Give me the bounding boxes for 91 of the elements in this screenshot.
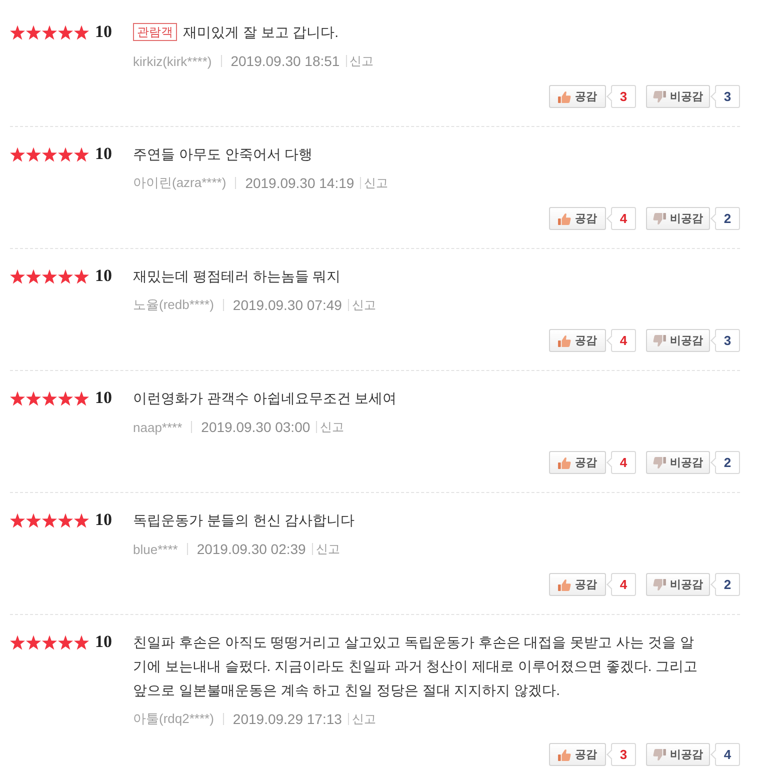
star-icon	[58, 390, 73, 406]
rating-score: 10	[95, 387, 112, 409]
dislike-button[interactable]: 비공감	[646, 451, 710, 474]
like-button[interactable]: 공감	[549, 207, 606, 230]
post-date: 2019.09.30 03:00	[201, 419, 310, 435]
dislike-button[interactable]: 비공감	[646, 573, 710, 596]
rating-score: 10	[95, 631, 112, 653]
thumbs-up-icon	[558, 748, 571, 760]
author-name: kirkiz(kirk****)	[133, 54, 212, 68]
dislike-count: 2	[710, 573, 740, 596]
author-name: naap****	[133, 420, 182, 434]
author-name: 노율(redb****)	[133, 296, 214, 314]
dislike-button[interactable]: 비공감	[646, 743, 710, 766]
comment-text: 친일파 후손은 아직도 떵떵거리고 살고있고 독립운동가 후손은 대접을 못받고 사는 것을 알기에 보는내내 슬펐다. 지금이라도 친일파 과거 청산이 제대로 이루어졌으면 좋겠다. 그리고 앞으로 일본불매운동은 계속 하고 친일 정당은 절대 지지하지 않겠다.	[133, 634, 698, 698]
star-icon	[26, 634, 41, 650]
like-button[interactable]: 공감	[549, 85, 606, 108]
comment-text: 주연들 아무도 안죽어서 다행	[133, 146, 313, 162]
star-icon	[26, 146, 41, 162]
comment-text: 독립운동가 분들의 헌신 감사합니다	[133, 512, 355, 528]
dislike-button[interactable]: 비공감	[646, 207, 710, 230]
star-icon	[26, 512, 41, 528]
author-name: 아툴(rdq2****)	[133, 710, 214, 728]
star-icon	[58, 634, 73, 650]
thumbs-down-icon	[653, 212, 666, 224]
post-date: 2019.09.29 17:13	[232, 711, 342, 727]
thumbs-up-icon	[558, 578, 571, 590]
like-count: 4	[606, 329, 636, 352]
dislike-count: 3	[710, 329, 740, 352]
post-date: 2019.09.30 14:19	[245, 175, 354, 191]
like-button[interactable]: 공감	[549, 329, 606, 352]
post-date: 2019.09.30 02:39	[196, 541, 306, 557]
star-icon	[58, 268, 73, 284]
star-icon	[74, 146, 89, 162]
thumbs-up-icon	[558, 90, 571, 102]
star-icon	[10, 146, 25, 162]
thumbs-down-icon	[653, 748, 666, 760]
star-icon	[42, 268, 57, 284]
like-button[interactable]: 공감	[549, 451, 606, 474]
star-icon	[58, 512, 73, 528]
like-button[interactable]: 공감	[549, 743, 606, 766]
author-name: blue****	[133, 542, 178, 556]
rating-score: 10	[95, 21, 112, 43]
like-count: 4	[606, 451, 636, 474]
star-icon	[26, 390, 41, 406]
like-count: 4	[606, 573, 636, 596]
star-icon	[10, 390, 25, 406]
star-icon	[74, 512, 89, 528]
star-icon	[58, 24, 73, 40]
rating-score: 10	[95, 143, 112, 165]
comment-text: 재밌는데 평점테러 하는놈들 뭐지	[133, 268, 341, 284]
dislike-button[interactable]: 비공감	[646, 329, 710, 352]
thumbs-up-icon	[558, 456, 571, 468]
star-icon	[74, 24, 89, 40]
star-icon	[10, 512, 25, 528]
star-icon	[26, 268, 41, 284]
post-date: 2019.09.30 07:49	[232, 297, 342, 313]
dislike-count: 2	[710, 451, 740, 474]
star-icon	[10, 24, 25, 40]
star-icon	[74, 634, 89, 650]
comment-text: 재미있게 잘 보고 갑니다.	[183, 24, 339, 40]
thumbs-down-icon	[653, 90, 666, 102]
rating-score: 10	[95, 509, 112, 531]
like-count: 3	[606, 85, 636, 108]
thumbs-up-icon	[558, 212, 571, 224]
star-icon	[42, 24, 57, 40]
like-button[interactable]: 공감	[549, 573, 606, 596]
star-icon	[10, 634, 25, 650]
star-icon	[42, 390, 57, 406]
star-icon	[74, 390, 89, 406]
thumbs-up-icon	[558, 334, 571, 346]
like-count: 3	[606, 743, 636, 766]
star-icon	[74, 268, 89, 284]
dislike-button[interactable]: 비공감	[646, 85, 710, 108]
star-icon	[42, 512, 57, 528]
dislike-count: 2	[710, 207, 740, 230]
star-icon	[58, 146, 73, 162]
rating-score: 10	[95, 265, 112, 287]
star-icon	[10, 268, 25, 284]
viewer-badge: 관람객	[133, 23, 177, 41]
post-date: 2019.09.30 18:51	[230, 53, 340, 69]
thumbs-down-icon	[653, 456, 666, 468]
dislike-count: 4	[710, 743, 740, 766]
author-name: 아이린(azra****)	[133, 174, 226, 192]
comment-text: 이런영화가 관객수 아쉽네요무조건 보세여	[133, 390, 397, 406]
thumbs-down-icon	[653, 578, 666, 590]
like-count: 4	[606, 207, 636, 230]
star-icon	[42, 146, 57, 162]
dislike-count: 3	[710, 85, 740, 108]
star-icon	[26, 24, 41, 40]
thumbs-down-icon	[653, 334, 666, 346]
star-icon	[42, 634, 57, 650]
